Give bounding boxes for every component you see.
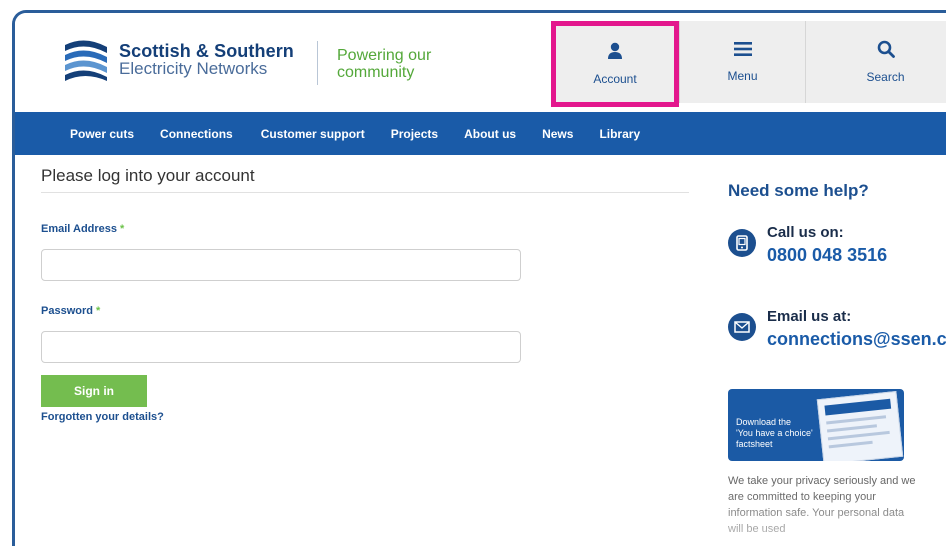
logo-icon — [65, 40, 107, 81]
password-label: Password * — [41, 305, 100, 317]
heading-divider — [41, 192, 689, 193]
menu-label: Menu — [727, 69, 758, 83]
email-label-text: Email Address — [41, 223, 118, 235]
forgotten-details-link[interactable]: Forgotten your details? — [41, 411, 164, 423]
nav-power-cuts[interactable]: Power cuts — [70, 127, 134, 141]
site-logo[interactable]: Scottish & Southern Electricity Networks — [63, 37, 294, 83]
account-button[interactable]: Account — [551, 21, 679, 107]
tagline: Powering our community — [337, 47, 431, 81]
menu-button[interactable]: Menu — [679, 21, 805, 103]
page-title: Please log into your account — [41, 166, 255, 185]
email-field[interactable] — [41, 249, 521, 281]
call-label: Call us on: — [767, 224, 844, 241]
factsheet-promo[interactable]: Download the 'You have a choice' factshe… — [728, 389, 904, 461]
user-icon — [608, 42, 622, 59]
promo-text: Download the 'You have a choice' factshe… — [736, 417, 813, 450]
promo-line2: 'You have a choice' — [736, 428, 813, 438]
browser-window: Scottish & Southern Electricity Networks… — [12, 10, 946, 546]
nav-library[interactable]: Library — [599, 127, 640, 141]
phone-glyph-icon — [736, 235, 748, 251]
sign-in-button[interactable]: Sign in — [41, 375, 147, 407]
phone-icon — [728, 229, 756, 257]
privacy-notice: We take your privacy seriously and we ar… — [728, 475, 916, 535]
site-header: Scottish & Southern Electricity Networks… — [15, 13, 946, 109]
promo-line3: factsheet — [736, 439, 773, 449]
main-navigation: Power cuts Connections Customer support … — [15, 112, 946, 155]
nav-connections[interactable]: Connections — [160, 127, 233, 141]
contact-email[interactable]: connections@ssen.co — [767, 329, 946, 350]
tagline-line2: community — [337, 64, 415, 81]
password-field[interactable] — [41, 331, 521, 363]
tagline-line1: Powering our — [337, 47, 432, 64]
envelope-icon — [734, 321, 750, 333]
search-label: Search — [866, 70, 905, 84]
promo-line1: Download the — [736, 417, 792, 427]
brand-name-line1: Scottish & Southern — [119, 41, 294, 61]
required-marker: * — [120, 223, 125, 235]
brand-name-line2: Electricity Networks — [119, 59, 268, 78]
search-icon — [877, 40, 895, 58]
search-button[interactable]: Search — [805, 21, 946, 103]
nav-news[interactable]: News — [542, 127, 573, 141]
screenshot-background: Scottish & Southern Electricity Networks… — [0, 0, 946, 546]
nav-customer-support[interactable]: Customer support — [261, 127, 365, 141]
required-marker: * — [95, 305, 101, 317]
account-label: Account — [593, 72, 637, 86]
help-heading: Need some help? — [728, 181, 869, 200]
phone-number[interactable]: 0800 048 3516 — [767, 245, 887, 266]
email-us-label: Email us at: — [767, 308, 852, 325]
logo-divider — [317, 41, 318, 85]
password-label-text: Password — [41, 305, 93, 317]
factsheet-thumbnail — [816, 390, 904, 461]
email-label: Email Address * — [41, 223, 124, 235]
email-icon — [728, 313, 756, 341]
hamburger-icon — [733, 42, 752, 56]
nav-projects[interactable]: Projects — [391, 127, 438, 141]
nav-about-us[interactable]: About us — [464, 127, 516, 141]
